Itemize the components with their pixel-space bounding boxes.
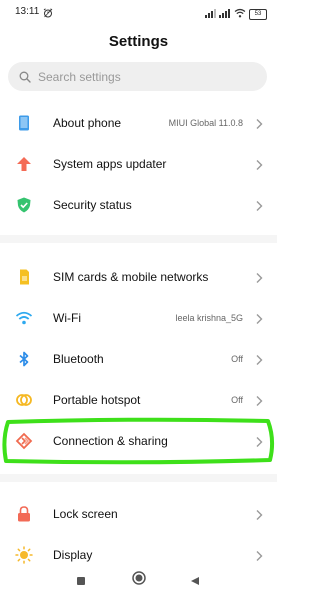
settings-item-connection-sharing[interactable]: Connection & sharing: [0, 421, 277, 461]
settings-item-label: Bluetooth: [53, 352, 104, 366]
arrow-up-icon: [15, 155, 33, 173]
phone-icon: [15, 114, 33, 132]
chevron-right-icon: [255, 394, 263, 406]
settings-item-portable-hotspot[interactable]: Portable hotspot Off: [0, 380, 277, 420]
recents-square-icon[interactable]: [76, 573, 86, 591]
chevron-right-icon: [255, 158, 263, 170]
wifi-icon: [15, 309, 33, 327]
settings-item-label: About phone: [53, 116, 122, 130]
settings-item-value: Off: [231, 395, 243, 405]
back-triangle-icon[interactable]: [190, 573, 200, 591]
settings-item-about-phone[interactable]: About phone MIUI Global 11.0.8: [0, 103, 277, 143]
alarm-icon: [43, 5, 53, 23]
status-time: 13:11: [15, 6, 40, 17]
search-bar[interactable]: [8, 62, 267, 91]
hotspot-icon: [15, 391, 33, 409]
signal-icon: [205, 5, 231, 23]
settings-item-system-apps-updater[interactable]: System apps updater: [0, 144, 277, 184]
settings-item-label: SIM cards & mobile networks: [53, 270, 209, 284]
settings-item-value: Off: [231, 354, 243, 364]
settings-item-label: System apps updater: [53, 157, 167, 171]
section-divider: [0, 235, 277, 243]
lock-icon: [15, 505, 33, 523]
home-circle-icon[interactable]: [132, 571, 146, 590]
chevron-right-icon: [255, 117, 263, 129]
settings-item-label: Lock screen: [53, 507, 118, 521]
page-title: Settings: [108, 33, 169, 50]
sim-card-icon: [15, 268, 33, 286]
navigation-bar: [0, 560, 277, 600]
section-divider: [0, 474, 277, 482]
settings-item-wifi[interactable]: Wi-Fi leela krishna_5G: [0, 298, 277, 338]
search-input[interactable]: [38, 62, 258, 91]
settings-item-label: Portable hotspot: [53, 393, 141, 407]
settings-item-label: Wi-Fi: [53, 311, 81, 325]
settings-item-value: leela krishna_5G: [175, 313, 243, 323]
bluetooth-icon: [15, 350, 33, 368]
chevron-right-icon: [255, 199, 263, 211]
connection-sharing-icon: [15, 432, 33, 450]
chevron-right-icon: [255, 271, 263, 283]
search-icon: [19, 70, 31, 88]
shield-check-icon: [15, 196, 33, 214]
status-bar: 13:11 53: [0, 0, 277, 24]
wifi-icon: [234, 5, 246, 23]
settings-item-value: MIUI Global 11.0.8: [168, 118, 243, 128]
chevron-right-icon: [255, 312, 263, 324]
settings-item-label: Security status: [53, 198, 132, 212]
battery-icon: 53: [249, 8, 267, 20]
chevron-right-icon: [255, 353, 263, 365]
chevron-right-icon: [255, 435, 263, 447]
settings-item-label: Connection & sharing: [53, 434, 168, 448]
chevron-right-icon: [255, 508, 263, 520]
settings-item-security-status[interactable]: Security status: [0, 185, 277, 225]
settings-item-bluetooth[interactable]: Bluetooth Off: [0, 339, 277, 379]
settings-item-lock-screen[interactable]: Lock screen: [0, 494, 277, 534]
settings-item-sim-cards[interactable]: SIM cards & mobile networks: [0, 257, 277, 297]
